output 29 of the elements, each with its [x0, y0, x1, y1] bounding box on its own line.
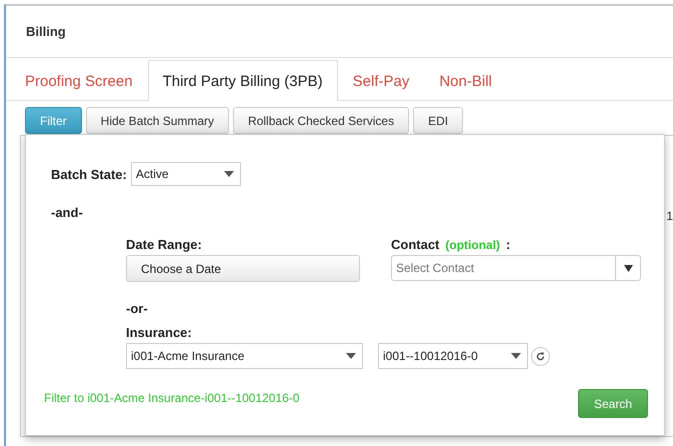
- caret-icon: [346, 353, 356, 359]
- tab[interactable]: Self-Pay: [338, 60, 424, 101]
- colon-label: :: [506, 237, 510, 252]
- tab[interactable]: Non-Bill: [424, 60, 507, 101]
- filter-summary: Filter to i001-Acme Insurance-i001--10012016-0: [44, 391, 300, 405]
- page-title: Billing: [26, 24, 66, 39]
- insurance-dropdown[interactable]: i001-Acme Insurance: [126, 343, 363, 369]
- date-range-label: Date Range:: [126, 237, 203, 252]
- contact-field[interactable]: Select Contact: [391, 255, 616, 281]
- caret-icon: [511, 353, 521, 359]
- caret-icon: [224, 171, 234, 177]
- toolbar-button[interactable]: Rollback Checked Services: [233, 107, 410, 134]
- toolbar-button[interactable]: EDI: [413, 107, 464, 134]
- tab[interactable]: Proofing Screen: [10, 60, 148, 101]
- refresh-icon[interactable]: [531, 346, 550, 366]
- batch-state-dropdown[interactable]: Active: [130, 162, 241, 186]
- tab[interactable]: Third Party Billing (3PB): [148, 60, 338, 101]
- batch-dropdown[interactable]: i001--10012016-0: [378, 343, 528, 369]
- cut-off-text: 1: [666, 209, 673, 223]
- choose-date-button[interactable]: Choose a Date: [126, 255, 360, 282]
- contact-label: Contact: [391, 237, 440, 252]
- dropdown-arrow-icon: [624, 264, 632, 272]
- and-label: -and-: [51, 205, 83, 220]
- insurance-label: Insurance:: [126, 325, 193, 340]
- batch-state-label: Batch State:: [51, 166, 127, 182]
- toolbar-button[interactable]: Hide Batch Summary: [86, 107, 230, 134]
- optional-label: (optional): [445, 238, 500, 252]
- or-label: -or-: [126, 301, 148, 316]
- dropdown-toggle[interactable]: [616, 255, 641, 281]
